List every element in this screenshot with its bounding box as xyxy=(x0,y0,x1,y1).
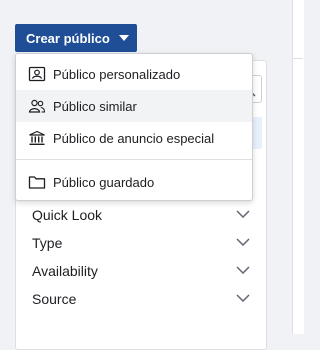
menu-divider xyxy=(16,159,252,160)
menu-item-special-ad-audience[interactable]: Público de anuncio especial xyxy=(16,122,252,154)
create-audience-menu: Público personalizado Público similar Pú… xyxy=(15,53,253,201)
create-audience-label: Crear público xyxy=(26,30,110,46)
custom-audience-icon xyxy=(28,66,46,82)
filter-quick-look[interactable]: Quick Look xyxy=(16,201,266,229)
top-bar xyxy=(0,0,303,10)
menu-item-lookalike-audience[interactable]: Público similar xyxy=(16,90,252,122)
filter-label: Source xyxy=(32,291,77,307)
lookalike-audience-icon xyxy=(28,99,46,113)
menu-item-label: Público de anuncio especial xyxy=(53,131,215,146)
chevron-down-icon xyxy=(236,294,250,302)
filter-label: Type xyxy=(32,235,63,251)
chevron-down-icon xyxy=(236,238,250,246)
chevron-down-icon xyxy=(236,266,250,274)
caret-down-icon xyxy=(118,35,129,41)
folder-icon xyxy=(28,176,46,189)
menu-item-label: Público personalizado xyxy=(53,67,181,82)
special-ad-audience-icon xyxy=(29,130,45,146)
menu-item-label: Público similar xyxy=(53,99,137,114)
chevron-down-icon xyxy=(236,210,250,218)
create-audience-button[interactable]: Crear público xyxy=(15,24,137,52)
menu-item-saved-audience[interactable]: Público guardado xyxy=(16,166,252,198)
filter-type[interactable]: Type xyxy=(16,229,266,257)
filter-label: Quick Look xyxy=(32,207,103,223)
right-panel-edge xyxy=(292,0,304,334)
filter-availability[interactable]: Availability xyxy=(16,257,266,285)
filter-source[interactable]: Source xyxy=(16,285,266,313)
divider xyxy=(293,58,303,59)
filter-label: Availability xyxy=(32,263,98,279)
menu-item-custom-audience[interactable]: Público personalizado xyxy=(16,58,252,90)
filter-list: Quick Look Type Availability Source xyxy=(16,201,266,313)
menu-item-label: Público guardado xyxy=(53,175,155,190)
